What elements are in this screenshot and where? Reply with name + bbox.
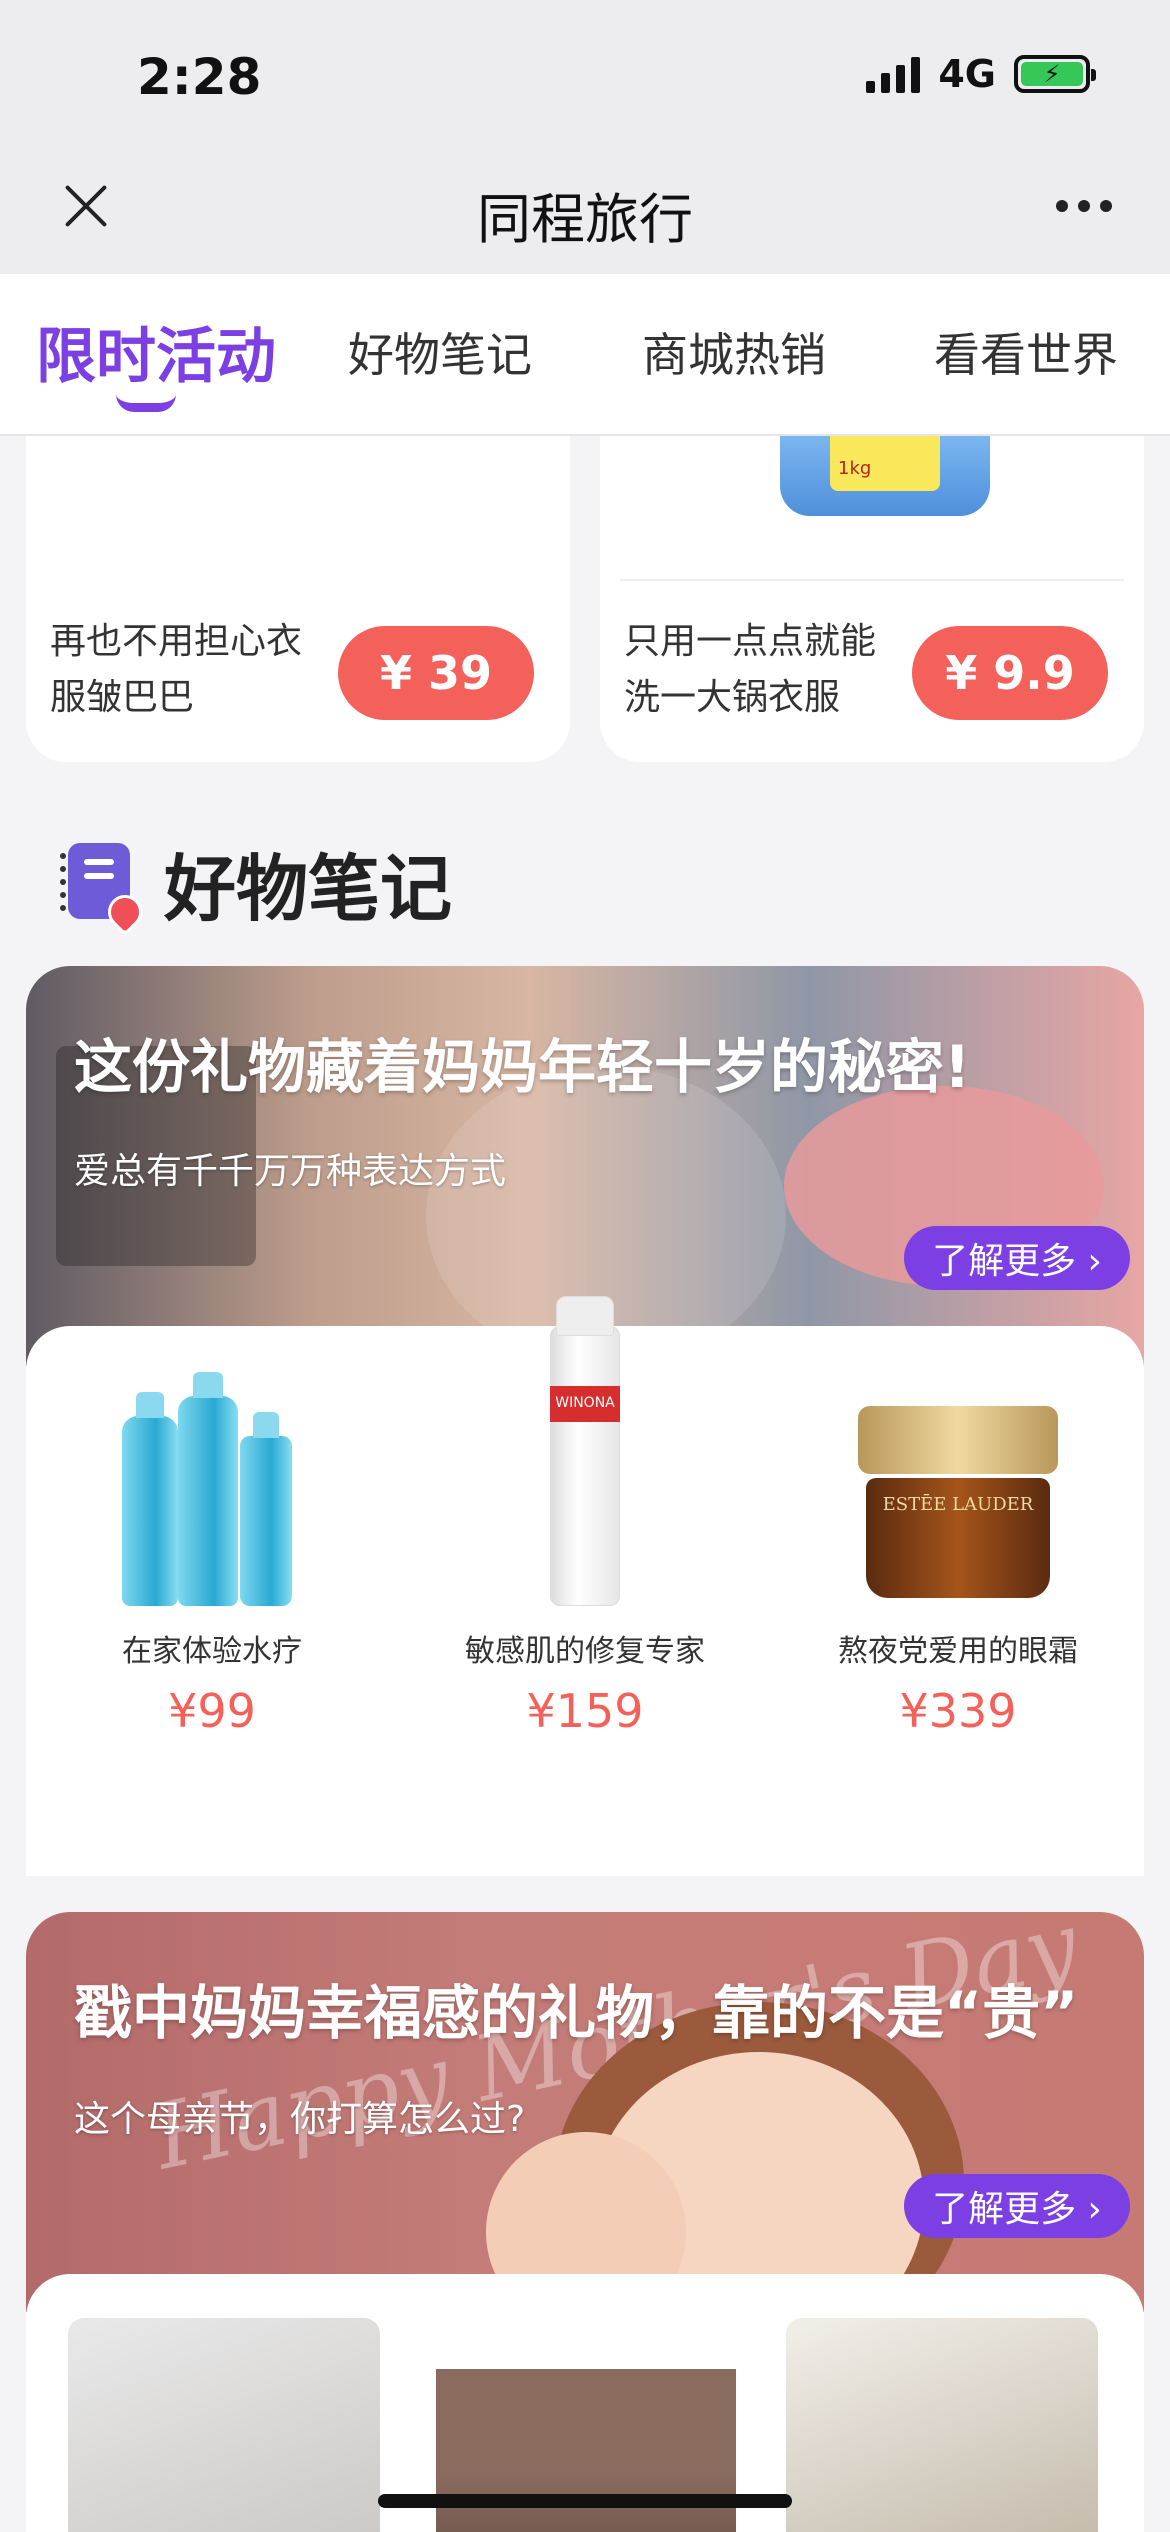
home-indicator	[378, 2494, 792, 2508]
tab-bar: 限时活动 好物笔记 商城热销 看看世界	[0, 274, 1170, 436]
article-banner[interactable]: Happy Mother's Day 戳中妈妈幸福感的礼物，靠的不是“贵” 这个…	[26, 1912, 1144, 2312]
product-desc: 只用一点点就能洗一大锅衣服	[624, 621, 877, 718]
notebook-icon	[60, 842, 150, 936]
status-time: 2:28	[137, 48, 262, 106]
product-price: ¥159	[526, 1684, 644, 1738]
organizer-product-image[interactable]	[786, 2318, 1098, 2532]
product-name: 熬夜党爱用的眼霜	[838, 1634, 1078, 1669]
banner-subtitle: 爱总有千千万万种表达方式	[74, 1151, 507, 1192]
section-title: 好物笔记	[164, 847, 453, 931]
product-grid: 在家体验水疗 ¥99 WINONA 敏感肌的修复专家 ¥159 ESTĒE LA…	[26, 1296, 1144, 1876]
learn-more-button[interactable]: 了解更多 ›	[904, 1226, 1130, 1290]
eye-cream-jar-image: ESTĒE LAUDER	[858, 1406, 1058, 1606]
tab-see-world[interactable]: 看看世界	[934, 319, 1118, 385]
banner-title: 这份礼物藏着妈妈年轻十岁的秘密!	[74, 1033, 971, 1101]
product-card[interactable]: 再也不用担心衣服皱巴巴 ¥ 39	[26, 436, 570, 762]
grid-product[interactable]: WINONA 敏感肌的修复专家 ¥159	[399, 1296, 771, 1738]
product-price: ¥99	[168, 1684, 256, 1738]
brand-label: WINONA	[555, 1395, 615, 1411]
product-card[interactable]: 1kg 只用一点点就能洗一大锅衣服 ¥ 9.9	[600, 436, 1144, 762]
mop-product-image[interactable]	[68, 2318, 380, 2532]
tab-limited-activity[interactable]: 限时活动	[36, 308, 276, 395]
tab-good-notes[interactable]: 好物笔记	[348, 319, 532, 385]
skincare-bottles-image	[122, 1372, 302, 1606]
price-button[interactable]: ¥ 9.9	[912, 626, 1108, 720]
banner-subtitle: 这个母亲节，你打算怎么过?	[74, 2099, 526, 2140]
section-header: 好物笔记	[60, 830, 453, 936]
battery-icon: ⚡	[1014, 55, 1096, 93]
price-button[interactable]: ¥ 39	[338, 626, 534, 720]
more-icon[interactable]	[1056, 200, 1112, 212]
status-icons: 4G ⚡	[866, 52, 1096, 96]
product-price: ¥339	[899, 1684, 1017, 1738]
product-name: 敏感肌的修复专家	[465, 1634, 705, 1669]
active-tab-indicator	[116, 394, 176, 412]
product-image: 1kg	[780, 436, 990, 516]
product-name: 在家体验水疗	[122, 1634, 302, 1669]
divider	[620, 579, 1124, 581]
network-label: 4G	[938, 52, 996, 96]
header: 2:28 4G ⚡ 同程旅行	[0, 0, 1170, 274]
grid-product[interactable]: ESTĒE LAUDER 熬夜党爱用的眼霜 ¥339	[772, 1406, 1144, 1738]
product-desc: 再也不用担心衣服皱巴巴	[50, 621, 303, 718]
grid-product[interactable]: 在家体验水疗 ¥99	[26, 1372, 398, 1738]
signal-icon	[866, 55, 921, 93]
learn-more-button[interactable]: 了解更多 ›	[904, 2174, 1130, 2238]
spray-bottle-image: WINONA	[550, 1296, 620, 1606]
banner-title: 戳中妈妈幸福感的礼物，靠的不是“贵”	[74, 1979, 1079, 2047]
page-title: 同程旅行	[477, 188, 693, 251]
brand-label: ESTĒE LAUDER	[882, 1494, 1034, 1515]
product-label: 1kg	[830, 436, 940, 491]
tab-mall-hot[interactable]: 商城热销	[642, 319, 826, 385]
